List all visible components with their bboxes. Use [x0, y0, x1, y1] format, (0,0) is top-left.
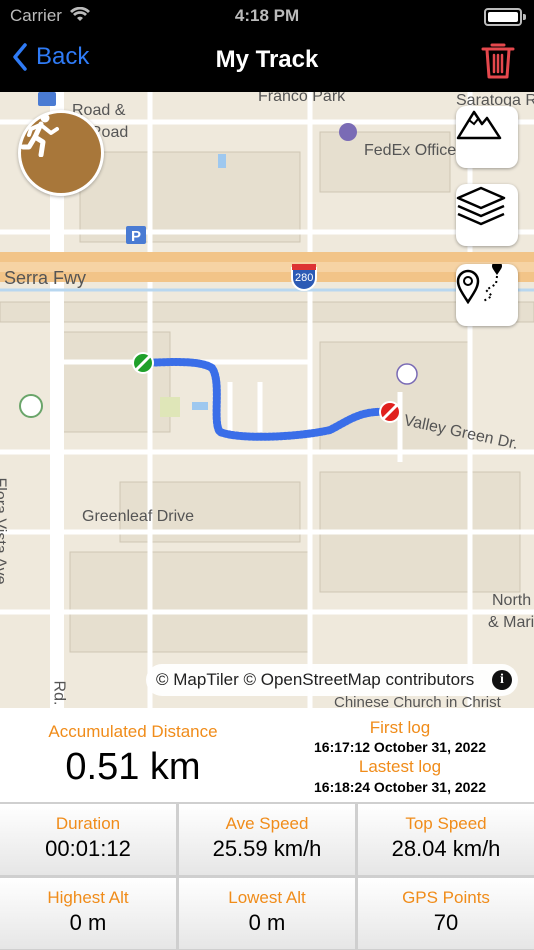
top-speed-stat: Top Speed 28.04 km/h: [358, 804, 534, 875]
route-icon: [456, 264, 502, 304]
last-log-label: Lastest log: [358, 757, 442, 776]
trash-icon[interactable]: [480, 40, 516, 80]
map-label-fedex: FedEx Office: [364, 142, 457, 159]
info-icon[interactable]: i: [492, 670, 512, 690]
first-log-value: 16:17:12 October 31, 2022: [314, 739, 486, 755]
duration-value: 00:01:12: [45, 836, 131, 861]
lowest-alt-stat: Lowest Alt 0 m: [179, 878, 355, 949]
gps-points-value: 70: [433, 910, 459, 935]
duration-stat: Duration 00:01:12: [0, 804, 176, 875]
top-bar: Carrier 4:18 PM Back My Track: [0, 0, 534, 92]
accumulated-distance-label: Accumulated Distance: [48, 722, 218, 741]
track-stats-panel: Accumulated Distance 0.51 km First log 1…: [0, 708, 534, 950]
top-speed-label: Top Speed: [405, 814, 487, 833]
navigation-bar: Back My Track: [0, 36, 534, 86]
highest-alt-value: 0 m: [69, 910, 107, 935]
svg-text:P: P: [131, 228, 141, 245]
map-label-rd: Rd.: [50, 680, 68, 706]
accumulated-distance-value: 0.51 km: [65, 746, 201, 788]
map-label-chinese-church: Chinese Church in Christ: [334, 694, 501, 708]
lowest-alt-value: 0 m: [248, 910, 286, 935]
map-label-franco-park: Franco Park: [258, 92, 346, 105]
map-label-greenleaf: Greenleaf Drive: [82, 508, 195, 525]
ave-speed-label: Ave Speed: [225, 814, 309, 833]
map-label-north-de-anza: North De A: [492, 592, 534, 609]
first-log-label: First log: [369, 718, 431, 737]
highest-alt-stat: Highest Alt 0 m: [0, 878, 176, 949]
lowest-alt-label: Lowest Alt: [228, 888, 306, 907]
map-view[interactable]: P Franco Park Saratoga Road FedEx Office…: [0, 92, 534, 708]
ave-speed-stat: Ave Speed 25.59 km/h: [179, 804, 355, 875]
route-button[interactable]: [456, 264, 518, 326]
duration-label: Duration: [55, 814, 121, 833]
map-label-and-maria: & Maria: [488, 614, 534, 631]
status-bar: Carrier 4:18 PM: [0, 4, 534, 28]
status-time: 4:18 PM: [234, 6, 300, 25]
map-label-hwy-280: 280: [295, 272, 314, 284]
layers-icon: [456, 186, 506, 226]
terrain-button[interactable]: [456, 106, 518, 168]
attribution-text: © MapTiler © OpenStreetMap contributors: [156, 670, 475, 689]
page-title: My Track: [215, 46, 319, 73]
track-summary: Accumulated Distance 0.51 km First log 1…: [0, 708, 534, 802]
activity-button[interactable]: [18, 110, 104, 196]
top-speed-value: 28.04 km/h: [391, 836, 501, 861]
map-attribution: © MapTiler © OpenStreetMap contributors …: [146, 664, 518, 696]
map-label-serra-fwy: Serra Fwy: [4, 268, 87, 288]
gps-points-stat: GPS Points 70: [358, 878, 534, 949]
terrain-icon: [456, 110, 502, 140]
gps-points-label: GPS Points: [402, 888, 490, 907]
battery-icon: [484, 8, 526, 26]
runner-icon: [21, 113, 59, 157]
last-log-value: 16:18:24 October 31, 2022: [314, 779, 486, 795]
layers-button[interactable]: [456, 184, 518, 246]
ave-speed-value: 25.59 km/h: [212, 836, 322, 861]
highest-alt-label: Highest Alt: [47, 888, 129, 907]
map-label-flora-vista: Flora Vista Ave: [0, 477, 9, 585]
